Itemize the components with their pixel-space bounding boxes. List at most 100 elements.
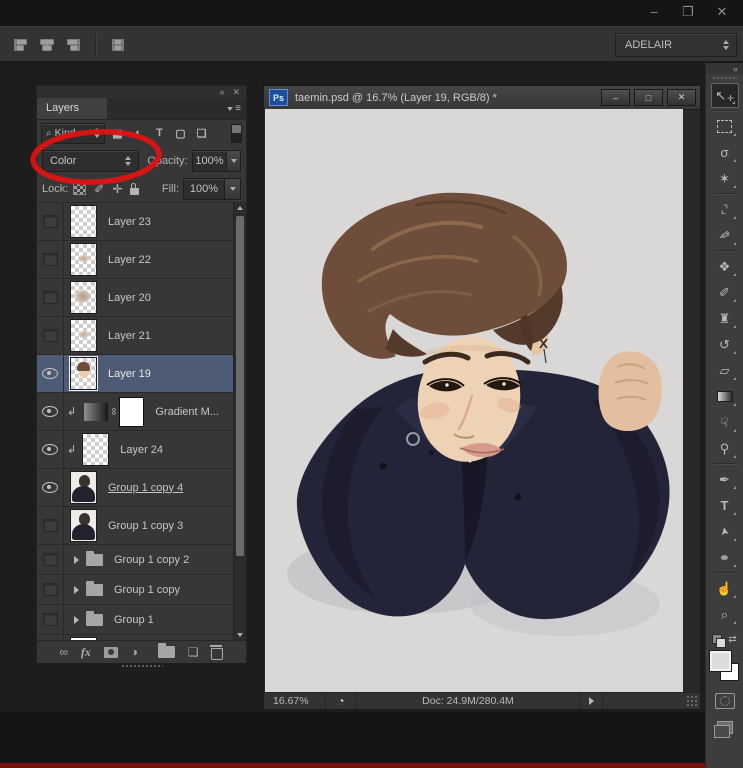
lock-pixels-icon[interactable]: ✐: [94, 182, 104, 196]
layer-thumbnail[interactable]: [70, 281, 97, 314]
close-button[interactable]: ✕: [713, 4, 731, 20]
layer-row[interactable]: Layer 21: [37, 317, 233, 355]
fill-dropdown-button[interactable]: [225, 177, 241, 200]
history-brush-tool[interactable]: ↺: [711, 332, 739, 357]
layer-thumbnail[interactable]: [70, 637, 97, 640]
scroll-up-icon[interactable]: [237, 206, 243, 210]
visibility-toggle[interactable]: [37, 507, 64, 544]
layer-row[interactable]: Group 1: [37, 605, 233, 635]
doc-close-button[interactable]: ✕: [667, 89, 696, 106]
ellipse-tool[interactable]: ●: [711, 545, 739, 570]
layer-row[interactable]: Group 1 copy 4: [37, 469, 233, 507]
quick-mask-button[interactable]: [714, 693, 735, 709]
layer-thumbnail[interactable]: [69, 356, 98, 391]
filter-pixel-layers-icon[interactable]: ▦: [108, 124, 127, 143]
rectangular-marquee-tool[interactable]: [711, 114, 739, 139]
visibility-toggle[interactable]: [37, 241, 64, 278]
layer-row[interactable]: Group 1 copy 3: [37, 507, 233, 545]
collapse-tools-icon[interactable]: «: [733, 64, 738, 74]
document-resize-grip[interactable]: [686, 695, 698, 707]
distribute-horizontal-centers-button[interactable]: [108, 35, 128, 55]
scrollbar-thumb[interactable]: [236, 216, 244, 556]
visibility-toggle[interactable]: [37, 393, 64, 430]
swap-colors-icon[interactable]: ⇄: [728, 634, 736, 645]
doc-maximize-button[interactable]: □: [634, 89, 663, 106]
new-adjustment-layer-icon[interactable]: ◑: [131, 645, 138, 659]
layer-row[interactable]: Layer 19: [37, 355, 233, 393]
filter-shape-layers-icon[interactable]: ▢: [171, 124, 190, 143]
visibility-toggle[interactable]: [37, 355, 64, 392]
visibility-toggle[interactable]: [37, 635, 64, 640]
layer-mask-thumbnail[interactable]: [119, 396, 145, 427]
lock-all-icon[interactable]: [130, 183, 140, 195]
default-colors-icon[interactable]: [712, 634, 727, 648]
layer-row[interactable]: ↲ Layer 24: [37, 431, 233, 469]
layer-row[interactable]: Group 1 copy: [37, 575, 233, 605]
mask-link-icon[interactable]: ∞: [108, 408, 119, 415]
brush-tool[interactable]: ✐: [711, 280, 739, 305]
layer-row[interactable]: Group 1 copy 2: [37, 545, 233, 575]
layer-thumbnail[interactable]: [84, 402, 109, 421]
document-titlebar[interactable]: Ps taemin.psd @ 16.7% (Layer 19, RGB/8) …: [264, 86, 700, 110]
eyedropper-tool[interactable]: ✎: [711, 223, 739, 248]
move-tool[interactable]: ↖ ✛: [710, 83, 739, 108]
canvas[interactable]: [265, 109, 683, 694]
filter-kind-dropdown[interactable]: ⌕ Kind: [41, 122, 105, 144]
visibility-toggle[interactable]: [37, 575, 64, 604]
smudge-tool[interactable]: ☟: [711, 410, 739, 435]
layer-thumbnail[interactable]: [70, 471, 97, 504]
lock-position-icon[interactable]: ✛: [112, 182, 122, 196]
clone-stamp-tool[interactable]: ♜: [711, 306, 739, 331]
visibility-toggle[interactable]: [37, 605, 64, 634]
pen-tool[interactable]: ✒: [711, 467, 739, 492]
gradient-tool[interactable]: [711, 384, 739, 409]
screen-mode-button[interactable]: [713, 721, 733, 738]
layers-scrollbar[interactable]: [233, 203, 246, 640]
opacity-dropdown-button[interactable]: [227, 149, 241, 172]
zoom-level-field[interactable]: 16.67%: [264, 693, 326, 709]
visibility-toggle[interactable]: [37, 203, 64, 240]
layer-row[interactable]: Layer 22: [37, 241, 233, 279]
link-layers-icon[interactable]: ∞: [59, 645, 68, 659]
panel-resize-grip[interactable]: [37, 663, 246, 669]
filter-adjustment-layers-icon[interactable]: ◐: [129, 124, 148, 143]
magic-wand-tool[interactable]: ✶: [711, 166, 739, 191]
path-selection-tool[interactable]: ➤: [711, 519, 739, 544]
lock-transparency-icon[interactable]: [73, 182, 87, 195]
visibility-toggle[interactable]: [37, 431, 64, 468]
healing-brush-tool[interactable]: ❖: [711, 254, 739, 279]
new-layer-icon[interactable]: ❏: [188, 645, 199, 659]
hand-tool[interactable]: ☝: [711, 576, 739, 601]
layer-thumbnail[interactable]: [70, 243, 97, 276]
filter-smart-objects-icon[interactable]: ❏: [192, 124, 211, 143]
type-tool[interactable]: T: [711, 493, 739, 518]
visibility-toggle[interactable]: [37, 469, 64, 506]
expand-triangle-icon[interactable]: [74, 615, 79, 624]
scroll-down-icon[interactable]: [237, 633, 243, 637]
add-layer-mask-icon[interactable]: [103, 646, 118, 658]
close-panel-icon[interactable]: ✕: [232, 87, 240, 98]
filter-toggle-switch[interactable]: [231, 123, 242, 143]
panel-menu-icon[interactable]: ≡: [227, 103, 241, 114]
expand-triangle-icon[interactable]: [74, 555, 79, 564]
filter-type-layers-icon[interactable]: T: [150, 124, 169, 143]
layer-thumbnail[interactable]: [82, 433, 110, 466]
zoom-tool[interactable]: ⌕: [711, 602, 739, 627]
align-left-edges-button[interactable]: [10, 35, 30, 55]
align-right-edges-button[interactable]: [64, 35, 84, 55]
status-options-arrow[interactable]: [580, 693, 603, 709]
layer-thumbnail[interactable]: [70, 205, 97, 238]
doc-minimize-button[interactable]: –: [601, 89, 630, 106]
layer-thumbnail[interactable]: [70, 509, 97, 542]
minimize-button[interactable]: –: [645, 4, 663, 20]
layer-row[interactable]: ↲ ∞ Gradient M...: [37, 393, 233, 431]
fill-value[interactable]: 100%: [183, 177, 225, 200]
visibility-toggle[interactable]: [37, 317, 64, 354]
workspace-switcher[interactable]: ADELAIR: [615, 33, 737, 57]
restore-button[interactable]: ❐: [679, 4, 697, 20]
new-group-icon[interactable]: [157, 643, 175, 658]
collapse-panel-icon[interactable]: «: [219, 87, 224, 97]
visibility-toggle[interactable]: [37, 279, 64, 316]
lasso-tool[interactable]: σ: [711, 140, 739, 165]
layer-styles-icon[interactable]: fx: [81, 645, 91, 660]
